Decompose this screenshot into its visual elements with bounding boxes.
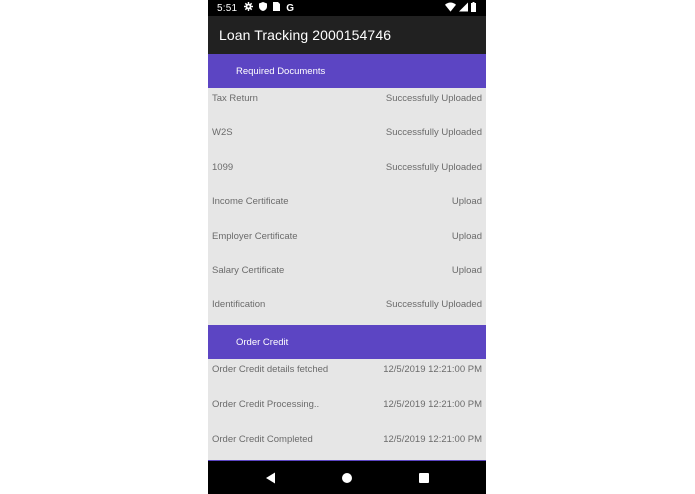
google-icon: G — [286, 2, 295, 14]
phone-screen: 5:51 G Loan Tracking 2000154746 Required… — [208, 0, 486, 494]
wifi-icon — [445, 2, 456, 15]
upload-link[interactable]: Upload — [452, 196, 482, 207]
navigation-bar — [208, 461, 486, 494]
order-credit-step: Order Credit details fetched — [212, 363, 329, 375]
status-icons-left: G — [244, 2, 294, 14]
order-credit-row[interactable]: Order Credit details fetched 12/5/2019 1… — [208, 359, 486, 379]
shield-icon — [259, 2, 268, 14]
document-row[interactable]: 1099 Successfully Uploaded — [208, 157, 486, 177]
document-status: Successfully Uploaded — [385, 298, 482, 310]
order-credit-timestamp: 12/5/2019 12:21:00 PM — [383, 398, 482, 410]
section-header-label: Order Credit — [236, 336, 289, 348]
signal-icon — [459, 2, 468, 15]
document-row[interactable]: Tax Return Successfully Uploaded — [208, 88, 486, 108]
gear-icon — [244, 2, 254, 14]
document-row[interactable]: W2S Successfully Uploaded — [208, 122, 486, 142]
document-name: Salary Certificate — [212, 264, 285, 276]
document-name: W2S — [212, 126, 233, 138]
recents-icon[interactable] — [417, 471, 431, 485]
upload-link[interactable]: Upload — [452, 231, 482, 242]
order-credit-row[interactable]: Order Credit Processing.. 12/5/2019 12:2… — [208, 394, 486, 414]
status-time: 5:51 — [217, 2, 238, 14]
document-name: 1099 — [212, 161, 234, 173]
document-name: Employer Certificate — [212, 230, 298, 242]
back-icon[interactable] — [264, 471, 278, 485]
sim-icon — [273, 2, 281, 14]
document-status: Successfully Uploaded — [385, 92, 482, 104]
order-credit-timestamp: 12/5/2019 12:21:00 PM — [383, 363, 482, 375]
page-title: Loan Tracking 2000154746 — [219, 27, 392, 43]
section-header-label: Required Documents — [236, 65, 326, 77]
document-name: Tax Return — [212, 92, 258, 104]
section-header-required-documents: Required Documents — [208, 54, 486, 88]
document-row[interactable]: Identification Successfully Uploaded — [208, 294, 486, 314]
home-icon[interactable] — [340, 471, 354, 485]
status-bar: 5:51 G — [208, 0, 486, 16]
document-status: Successfully Uploaded — [385, 126, 482, 138]
document-row[interactable]: Income Certificate Upload — [208, 191, 486, 211]
order-credit-step: Order Credit Processing.. — [212, 398, 320, 410]
document-row[interactable]: Salary Certificate Upload — [208, 260, 486, 280]
document-status: Successfully Uploaded — [385, 161, 482, 173]
document-name: Identification — [212, 298, 266, 310]
section-header-order-credit: Order Credit — [208, 325, 486, 359]
app-bar: Loan Tracking 2000154746 — [208, 16, 486, 54]
order-credit-timestamp: 12/5/2019 12:21:00 PM — [383, 433, 482, 445]
order-credit-row[interactable]: Order Credit Completed 12/5/2019 12:21:0… — [208, 429, 486, 449]
battery-icon — [471, 2, 476, 15]
document-name: Income Certificate — [212, 195, 289, 207]
order-credit-step: Order Credit Completed — [212, 433, 313, 445]
status-icons-right — [445, 2, 476, 15]
document-row[interactable]: Employer Certificate Upload — [208, 226, 486, 246]
upload-link[interactable]: Upload — [452, 265, 482, 276]
